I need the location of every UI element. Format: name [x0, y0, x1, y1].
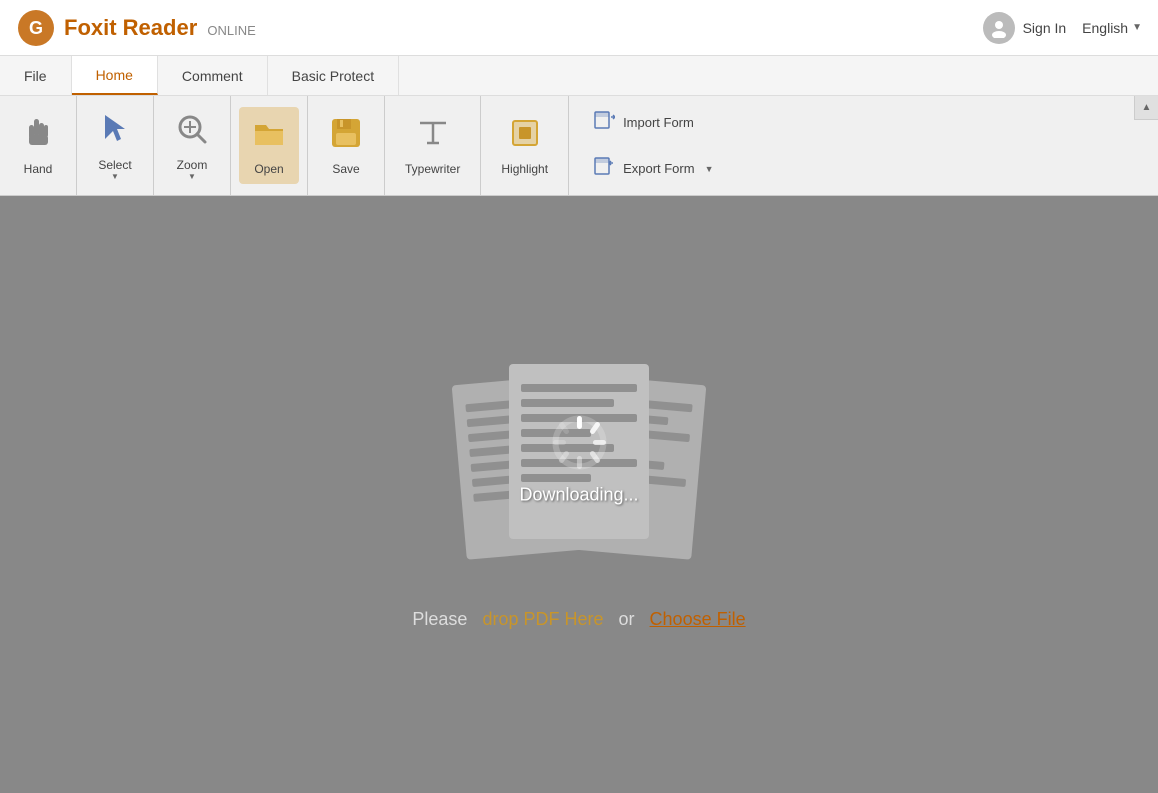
select-label-area: Select ▼ [98, 158, 131, 181]
zoom-arrow-icon: ▼ [188, 172, 196, 181]
export-icon-svg [593, 155, 615, 177]
logo-sub-text: ONLINE [207, 23, 255, 38]
spinner-overlay: Downloading... [519, 413, 638, 506]
save-button[interactable]: Save [316, 107, 376, 184]
typewriter-label: Typewriter [405, 162, 460, 176]
foxit-logo-icon: G [16, 8, 56, 48]
save-icon [328, 115, 364, 156]
toolbar-group-select: Select ▼ [77, 96, 154, 195]
toolbar-collapse-button[interactable]: ▲ [1134, 96, 1158, 120]
toolbar: Hand Select ▼ [0, 96, 1158, 196]
open-icon [251, 115, 287, 156]
toolbar-group-hand: Hand [0, 96, 77, 195]
downloading-text: Downloading... [519, 485, 638, 506]
select-button[interactable]: Select ▼ [85, 103, 145, 189]
import-form-label: Import Form [623, 115, 694, 130]
header: G Foxit Reader ONLINE Sign In English ▼ [0, 0, 1158, 56]
typewriter-svg [415, 115, 451, 151]
open-svg [251, 115, 287, 151]
open-button[interactable]: Open [239, 107, 299, 184]
logo-area: G Foxit Reader ONLINE [16, 8, 256, 48]
zoom-icon [174, 111, 210, 152]
typewriter-button[interactable]: Typewriter [393, 107, 472, 184]
open-label: Open [254, 162, 283, 176]
highlight-svg [507, 115, 543, 151]
hand-icon [20, 115, 56, 156]
zoom-label-area: Zoom ▼ [177, 158, 208, 181]
hand-button[interactable]: Hand [8, 107, 68, 184]
tab-home[interactable]: Home [72, 56, 158, 95]
collapse-icon: ▲ [1142, 102, 1152, 113]
import-form-button[interactable]: Import Form [585, 105, 721, 141]
highlight-icon [507, 115, 543, 156]
select-label: Select [98, 158, 131, 172]
toolbar-group-open: Open [231, 96, 308, 195]
or-text: or [619, 609, 635, 629]
logo-name: Foxit Reader ONLINE [64, 15, 256, 41]
select-arrow-icon: ▼ [111, 172, 119, 181]
select-svg [97, 111, 133, 147]
zoom-button[interactable]: Zoom ▼ [162, 103, 222, 189]
toolbar-group-zoom: Zoom ▼ [154, 96, 231, 195]
typewriter-icon [415, 115, 451, 156]
toolbar-group-highlight: Highlight [481, 96, 569, 195]
drop-zone-text: Please drop PDF Here or Choose File [412, 609, 745, 630]
language-selector[interactable]: English ▼ [1082, 20, 1142, 36]
export-form-button[interactable]: Export Form ▼ [585, 151, 721, 187]
export-form-label: Export Form [623, 161, 695, 176]
import-form-icon [593, 109, 615, 137]
spinner-svg [549, 413, 609, 473]
import-icon-svg [593, 109, 615, 131]
save-label: Save [332, 162, 359, 176]
highlight-button[interactable]: Highlight [489, 107, 560, 184]
save-svg [328, 115, 364, 151]
hand-label: Hand [24, 162, 53, 176]
tab-file[interactable]: File [0, 56, 72, 95]
export-form-icon [593, 155, 615, 183]
export-form-arrow-icon: ▼ [705, 164, 714, 174]
user-icon [989, 18, 1009, 38]
drop-pdf-link[interactable]: drop PDF Here [482, 609, 603, 629]
tab-basic-protect[interactable]: Basic Protect [268, 56, 399, 95]
loading-spinner [549, 413, 609, 473]
choose-file-link[interactable]: Choose File [650, 609, 746, 629]
svg-text:G: G [29, 18, 43, 38]
hand-svg [20, 115, 56, 151]
avatar [983, 12, 1015, 44]
toolbar-group-typewriter: Typewriter [385, 96, 481, 195]
sign-in-area[interactable]: Sign In [983, 12, 1067, 44]
nav-tabs: File Home Comment Basic Protect [0, 56, 1158, 96]
zoom-label: Zoom [177, 158, 208, 172]
select-icon [97, 111, 133, 152]
highlight-label: Highlight [501, 162, 548, 176]
zoom-svg [174, 111, 210, 147]
toolbar-group-save: Save [308, 96, 385, 195]
form-group: Import Form Export Form ▼ [569, 96, 737, 195]
language-label: English [1082, 20, 1128, 36]
doc-illustration: Downloading... [429, 359, 729, 559]
tab-comment[interactable]: Comment [158, 56, 268, 95]
language-chevron-icon: ▼ [1132, 22, 1142, 33]
main-content: Downloading... Please drop PDF Here or C… [0, 196, 1158, 793]
header-right: Sign In English ▼ [983, 12, 1142, 44]
logo-main-text: Foxit Reader [64, 15, 197, 40]
sign-in-label[interactable]: Sign In [1023, 20, 1067, 36]
please-text: Please [412, 609, 467, 629]
